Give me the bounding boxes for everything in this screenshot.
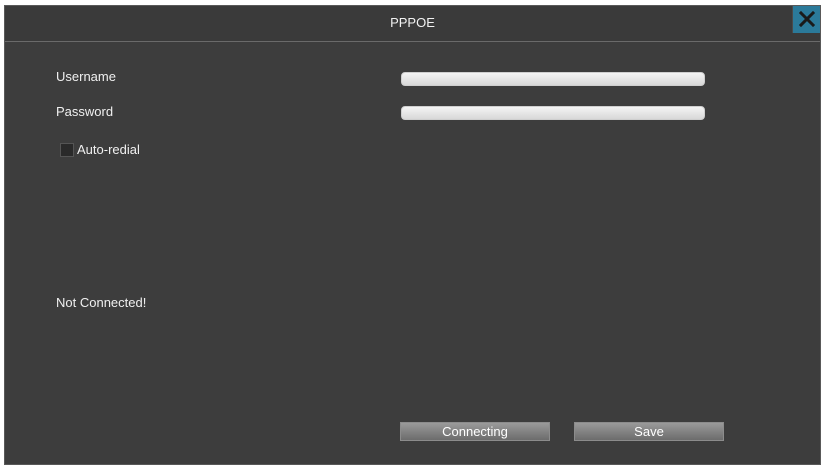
pppoe-dialog: PPPOE Username Password Auto-redial Not … [4,5,821,465]
close-button[interactable] [792,6,820,33]
username-field[interactable] [401,72,705,86]
connection-status: Not Connected! [56,295,147,310]
password-field[interactable] [401,106,705,120]
username-label: Username [56,69,116,84]
close-icon [799,11,815,27]
password-label: Password [56,104,114,119]
dialog-title: PPPOE [390,15,435,30]
connect-button[interactable]: Connecting [400,422,550,441]
title-bar: PPPOE [5,6,820,42]
save-button[interactable]: Save [574,422,724,441]
auto-redial-label[interactable]: Auto-redial [77,142,140,157]
auto-redial-checkbox[interactable] [60,143,74,157]
